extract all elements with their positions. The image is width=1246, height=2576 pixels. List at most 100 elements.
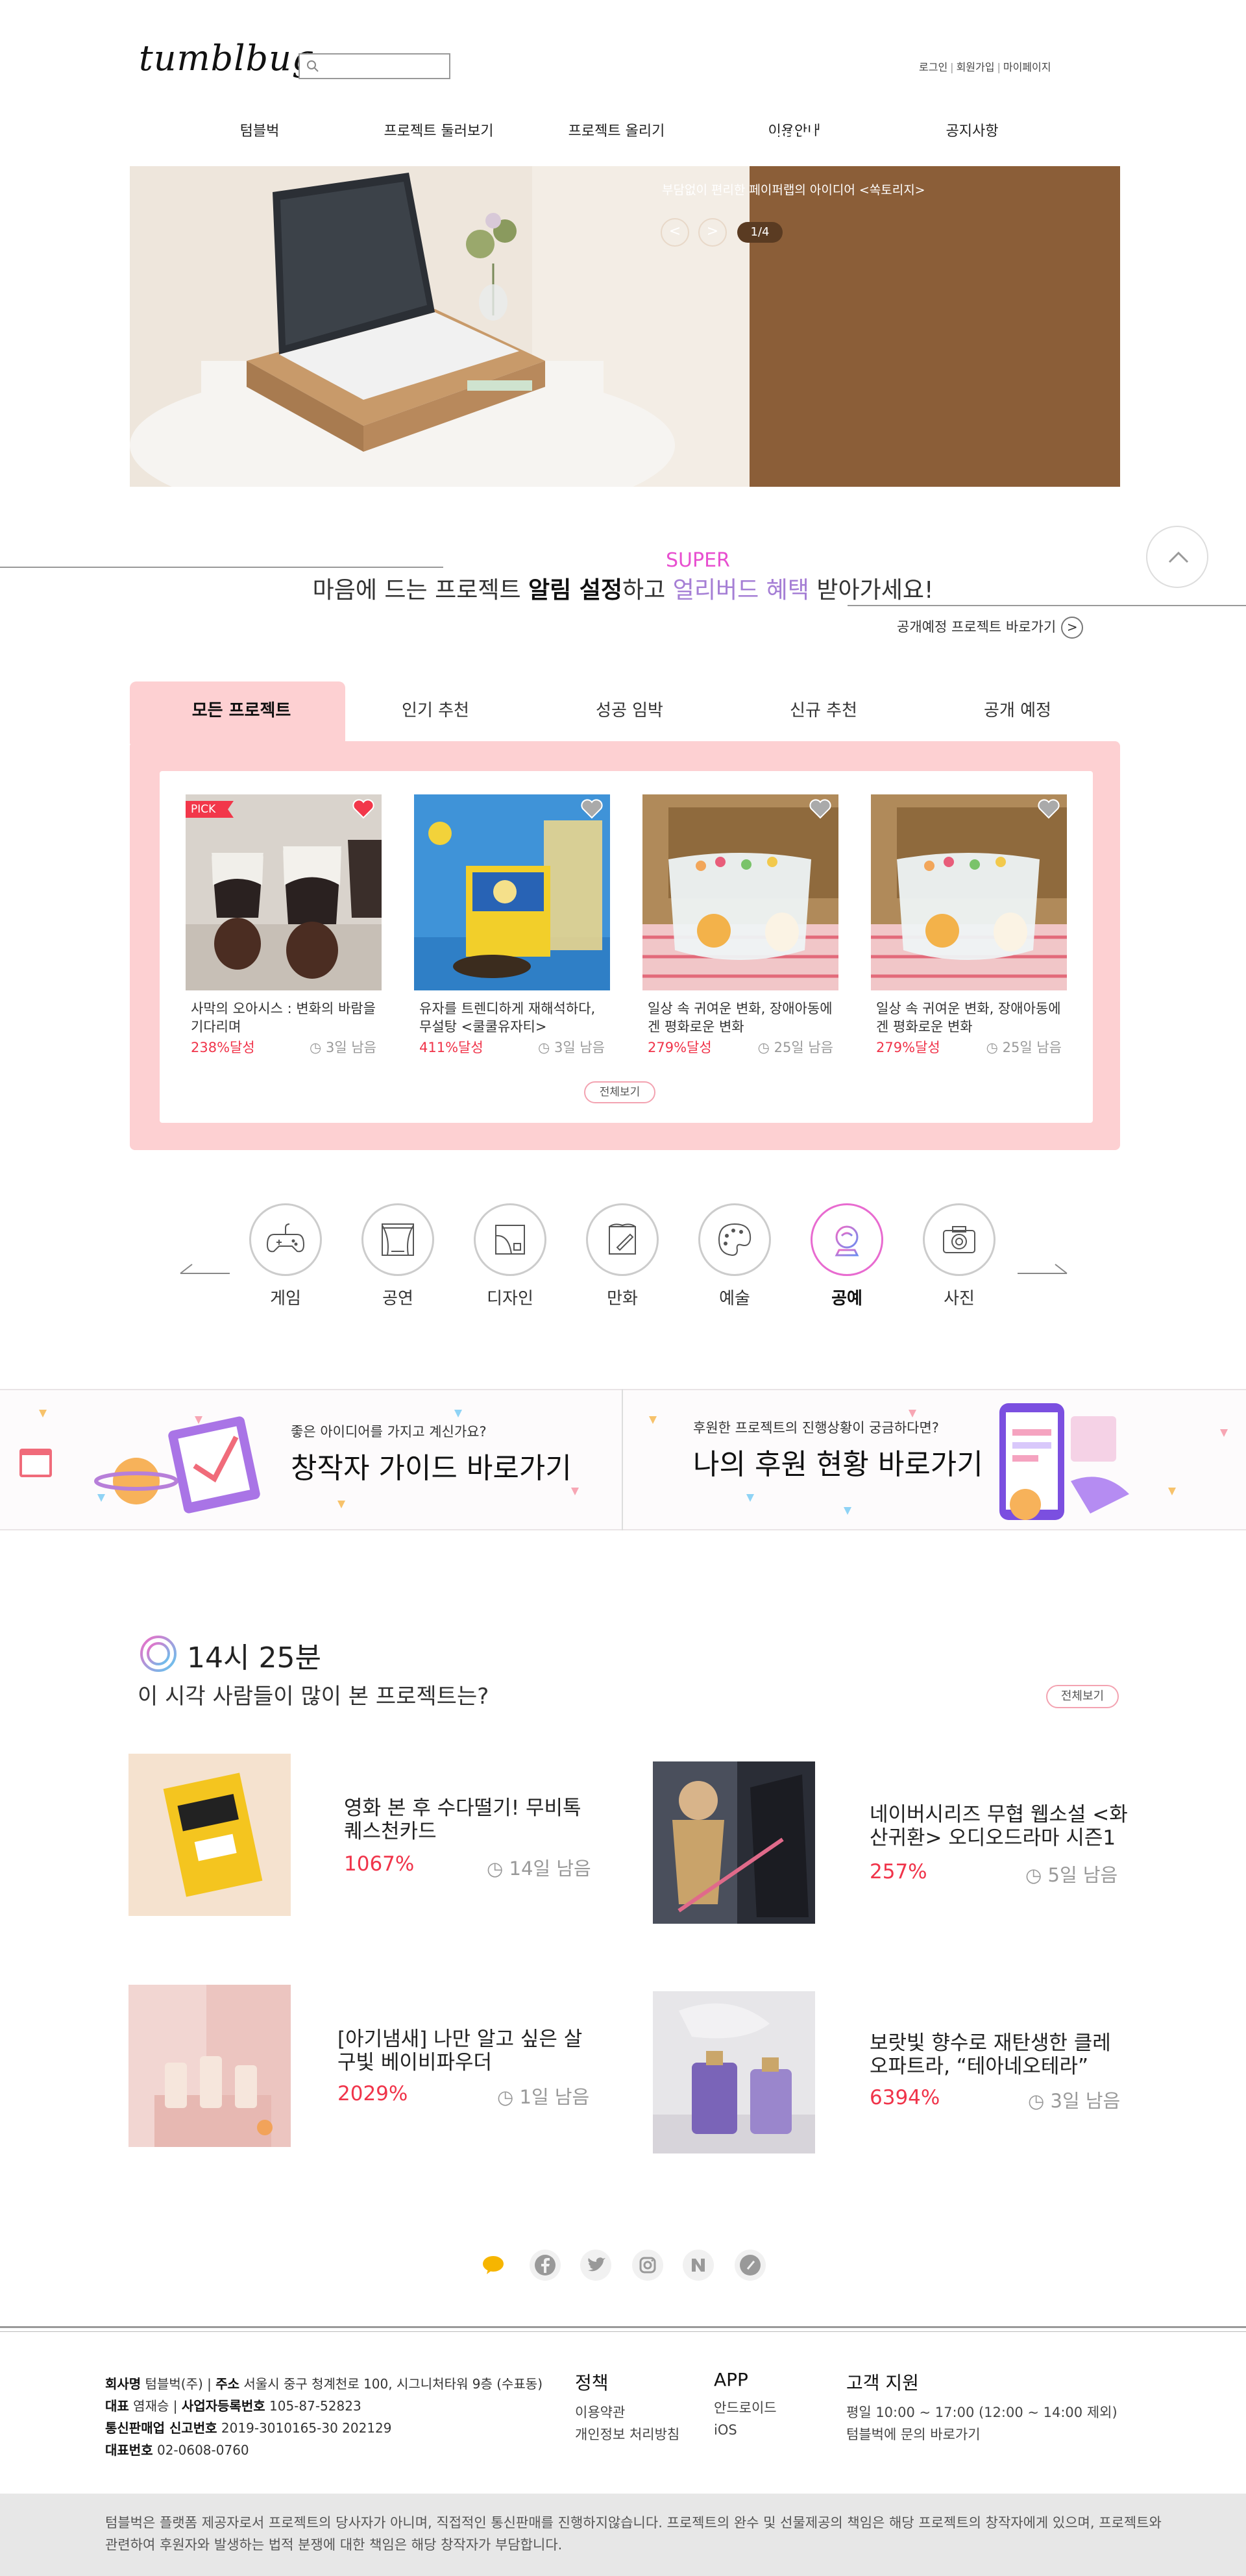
footer-app: APP 안드로이드 iOS bbox=[714, 2369, 777, 2441]
naver-icon[interactable] bbox=[683, 2250, 714, 2281]
nav-tumblbug[interactable]: 텀블벅 bbox=[240, 119, 280, 140]
search-box[interactable] bbox=[299, 53, 450, 79]
banner-page-indicator: 1/4 bbox=[737, 222, 783, 243]
facebook-icon[interactable] bbox=[530, 2250, 561, 2281]
tumblbug-logo[interactable]: tumblbug bbox=[139, 38, 315, 79]
project-card[interactable]: 일상 속 귀여운 변화, 장애아동에겐 평화로운 변화 279%달성 ◷ 25일 … bbox=[642, 794, 838, 1057]
trending-title[interactable]: [아기냄새] 나만 알고 싶은 살구빛 베이비파우더 bbox=[337, 2028, 597, 2074]
scroll-top-button[interactable] bbox=[1146, 526, 1208, 588]
project-card[interactable]: 일상 속 귀여운 변화, 장애아동에겐 평화로운 변화 279%달성 ◷ 25일 … bbox=[871, 794, 1067, 1057]
clock-icon: ◷ bbox=[757, 1040, 774, 1055]
project-title[interactable]: 일상 속 귀여운 변화, 장애아동에겐 평화로운 변화 bbox=[871, 1000, 1067, 1036]
hero-banner[interactable] bbox=[130, 166, 1120, 487]
project-thumbnail[interactable] bbox=[642, 794, 838, 990]
category-craft[interactable]: 공예 bbox=[808, 1203, 886, 1309]
banner-prev-button[interactable]: < bbox=[661, 218, 689, 247]
footer-divider bbox=[0, 2326, 1246, 2328]
trending-thumbnail[interactable] bbox=[653, 1761, 815, 1924]
funding-percent: 411%달성 bbox=[419, 1040, 483, 1055]
arrow-left-icon[interactable] bbox=[179, 1262, 231, 1275]
laptop-stand-illustration bbox=[130, 166, 750, 487]
clock-icon bbox=[140, 1636, 177, 1672]
trending-thumbnail[interactable] bbox=[128, 1985, 291, 2147]
trending-title[interactable]: 보랏빛 향수로 재탄생한 클레오파트라, “테아네오테라” bbox=[870, 2031, 1129, 2078]
privacy-link[interactable]: 개인정보 처리방침 bbox=[575, 2423, 679, 2446]
project-thumbnail[interactable]: PICK bbox=[186, 794, 382, 990]
chevron-up-icon bbox=[1168, 551, 1189, 563]
funding-percent: 1067% bbox=[344, 1852, 415, 1876]
project-card[interactable]: PICK 사막의 오아시스 : 변화의 바람을 기다리며 238%달성 ◷ 3일 … bbox=[186, 794, 382, 1057]
signup-link[interactable]: 회원가입 bbox=[957, 58, 995, 74]
mypage-link[interactable]: 마이페이지 bbox=[1003, 58, 1051, 74]
creator-guide-link[interactable]: 좋은 아이디어를 가지고 계신가요? 창작자 가이드 바로가기 bbox=[291, 1421, 572, 1486]
pick-badge: PICK bbox=[186, 801, 234, 818]
funding-percent: 6394% bbox=[870, 2086, 940, 2109]
top-links: 로그인 | 회원가입 | 마이페이지 bbox=[919, 58, 1051, 74]
banner-next-button[interactable]: > bbox=[698, 218, 727, 247]
category-comics[interactable]: 만화 bbox=[583, 1203, 661, 1309]
funding-percent: 279%달성 bbox=[876, 1040, 940, 1055]
category-performance[interactable]: 공연 bbox=[359, 1203, 437, 1309]
days-remaining: ◷ 1일 남음 bbox=[497, 2086, 590, 2108]
design-frame-icon bbox=[495, 1225, 525, 1255]
category-game[interactable]: 게임 bbox=[247, 1203, 324, 1309]
funding-percent: 279%달성 bbox=[648, 1040, 712, 1055]
ios-link[interactable]: iOS bbox=[714, 2419, 777, 2441]
tab-closing-soon[interactable]: 성공 임박 bbox=[596, 697, 663, 721]
arrow-right-icon[interactable] bbox=[1016, 1262, 1068, 1275]
trending-thumbnail[interactable] bbox=[128, 1754, 291, 1916]
heart-icon-filled[interactable] bbox=[352, 798, 375, 819]
heart-icon[interactable] bbox=[580, 798, 604, 819]
heart-icon[interactable] bbox=[1037, 798, 1060, 819]
days-remaining: ◷ 25일 남음 bbox=[757, 1040, 833, 1055]
instagram-icon[interactable] bbox=[632, 2250, 663, 2281]
project-title[interactable]: 사막의 오아시스 : 변화의 바람을 기다리며 bbox=[186, 1000, 382, 1036]
project-thumbnail[interactable] bbox=[871, 794, 1067, 990]
contact-link[interactable]: 텀블벅에 문의 바로가기 bbox=[846, 2423, 1118, 2446]
heart-icon[interactable] bbox=[809, 798, 832, 819]
days-remaining: ◷ 5일 남음 bbox=[1025, 1864, 1118, 1886]
confetti-background bbox=[19, 1403, 1228, 1520]
banner-subtitle: 부담없이 편리한 페이퍼랩의 아이디어 <쏙토리지> bbox=[662, 183, 925, 197]
view-all-button[interactable]: 전체보기 bbox=[584, 1081, 655, 1103]
tab-popular[interactable]: 인기 추천 bbox=[402, 697, 469, 721]
tab-new[interactable]: 신규 추천 bbox=[790, 697, 857, 721]
banner-title: 노트북 거치도, 수납도, 사용 후 재활용도 bbox=[662, 86, 960, 164]
divider-line bbox=[0, 567, 443, 568]
upcoming-projects-link[interactable]: 공개예정 프로젝트 바로가기 > bbox=[897, 617, 1084, 639]
project-thumbnail[interactable] bbox=[414, 794, 610, 990]
my-pledges-link[interactable]: 후원한 프로젝트의 진행상황이 궁금하다면? 나의 후원 현황 바로가기 bbox=[693, 1417, 983, 1482]
trending-title[interactable]: 네이버시리즈 무협 웹소설 <화산귀환> 오디오드라마 시즌1 bbox=[870, 1803, 1129, 1850]
project-title[interactable]: 유자를 트렌디하게 재해석하다, 무설탕 <쿨쿨유자티> bbox=[414, 1000, 610, 1036]
nav-browse-projects[interactable]: 프로젝트 둘러보기 bbox=[384, 119, 494, 140]
category-art[interactable]: 예술 bbox=[696, 1203, 774, 1309]
trending-title[interactable]: 영화 본 후 수다떨기! 무비톡 퀘스천카드 bbox=[344, 1797, 604, 1843]
funding-percent: 2029% bbox=[337, 2082, 408, 2105]
project-meta: 238%달성 ◷ 3일 남음 bbox=[186, 1037, 382, 1057]
trending-thumbnail[interactable] bbox=[653, 1991, 815, 2153]
android-link[interactable]: 안드로이드 bbox=[714, 2397, 777, 2419]
earlybird-promo-text: 마음에 드는 프로젝트 알림 설정하고 얼리버드 혜택 받아가세요! bbox=[312, 577, 934, 604]
terms-link[interactable]: 이용약관 bbox=[575, 2401, 679, 2423]
project-meta: 279%달성 ◷ 25일 남음 bbox=[871, 1037, 1067, 1057]
search-input[interactable] bbox=[324, 57, 445, 75]
support-hours: 평일 10:00 ~ 17:00 (12:00 ~ 14:00 제외) bbox=[846, 2405, 1118, 2420]
arrow-right-icon: > bbox=[1061, 617, 1084, 639]
sketchbook-icon bbox=[609, 1223, 636, 1255]
category-design[interactable]: 디자인 bbox=[471, 1203, 549, 1309]
login-link[interactable]: 로그인 bbox=[919, 58, 947, 74]
project-title[interactable]: 일상 속 귀여운 변화, 장애아동에겐 평화로운 변화 bbox=[642, 1000, 838, 1036]
project-card[interactable]: 유자를 트렌디하게 재해석하다, 무설탕 <쿨쿨유자티> 411%달성 ◷ 3일 … bbox=[414, 794, 610, 1057]
category-photo[interactable]: 사진 bbox=[920, 1203, 998, 1309]
kakao-talk-icon[interactable] bbox=[478, 2250, 509, 2281]
tab-all-projects[interactable]: 모든 프로젝트 bbox=[192, 697, 291, 721]
camera-icon bbox=[943, 1226, 975, 1253]
current-time: 14시 25분 bbox=[187, 1641, 321, 1674]
twitter-icon[interactable] bbox=[580, 2250, 611, 2281]
divider-line bbox=[848, 605, 1246, 606]
tab-upcoming[interactable]: 공개 예정 bbox=[984, 697, 1051, 721]
link-icon[interactable] bbox=[735, 2250, 766, 2281]
company-info: 회사명 텀블벅(주) | 주소 서울시 중구 청계천로 100, 시그니처타워 … bbox=[105, 2376, 543, 2458]
nav-create-project[interactable]: 프로젝트 올리기 bbox=[568, 119, 665, 140]
view-all-button[interactable]: 전체보기 bbox=[1046, 1685, 1119, 1708]
